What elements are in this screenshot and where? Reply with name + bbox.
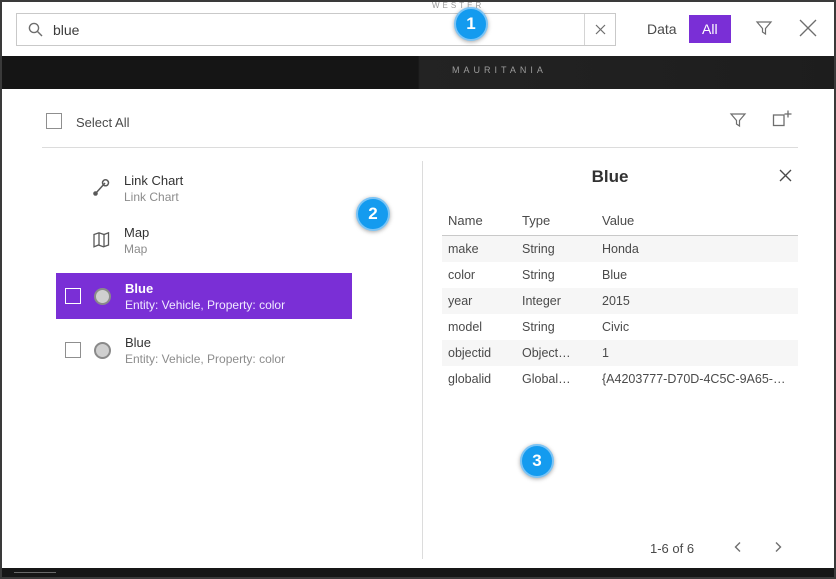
entity-icon bbox=[91, 342, 113, 359]
all-filter-button[interactable]: All bbox=[689, 15, 731, 43]
cell-type: Global… bbox=[522, 372, 602, 386]
pagination-label: 1-6 of 6 bbox=[650, 541, 694, 556]
result-subtitle: Entity: Vehicle, Property: color bbox=[125, 298, 285, 312]
result-checkbox[interactable] bbox=[65, 288, 81, 304]
cell-value: 2015 bbox=[602, 294, 798, 308]
result-item-link-chart[interactable]: Link Chart Link Chart bbox=[56, 165, 352, 211]
table-row: color String Blue bbox=[442, 262, 798, 288]
cell-name: model bbox=[442, 320, 522, 334]
app-window: WESTER Data All 1 MAURITANIA Select All bbox=[0, 0, 836, 579]
map-background: MAURITANIA bbox=[2, 56, 834, 89]
header-divider bbox=[42, 147, 798, 148]
clear-icon bbox=[595, 24, 606, 35]
cell-type: Object… bbox=[522, 346, 602, 360]
table-row: objectid Object… 1 bbox=[442, 340, 798, 366]
add-selection-icon bbox=[772, 109, 792, 129]
close-detail-button[interactable] bbox=[778, 168, 793, 188]
table-row: make String Honda bbox=[442, 236, 798, 262]
step-annotation-3: 3 bbox=[520, 444, 554, 478]
previous-page-button[interactable] bbox=[728, 537, 748, 557]
search-results-panel: Select All Link Chart Link Chart Map bbox=[2, 89, 834, 568]
chevron-right-icon bbox=[771, 540, 785, 554]
result-item-blue-selected[interactable]: Blue Entity: Vehicle, Property: color bbox=[56, 273, 352, 319]
cell-type: Integer bbox=[522, 294, 602, 308]
column-header-type: Type bbox=[522, 213, 602, 228]
map-label-mauritania: MAURITANIA bbox=[452, 65, 547, 75]
close-search-button[interactable] bbox=[797, 17, 819, 44]
cell-name: year bbox=[442, 294, 522, 308]
filter-icon bbox=[729, 111, 747, 129]
chevron-left-icon bbox=[731, 540, 745, 554]
cell-value: Honda bbox=[602, 242, 798, 256]
table-header: Name Type Value bbox=[442, 205, 798, 236]
close-icon bbox=[778, 168, 793, 183]
table-row: globalid Global… {A4203777-D70D-4C5C-9A6… bbox=[442, 366, 798, 392]
step-annotation-2: 2 bbox=[356, 197, 390, 231]
cell-value: 1 bbox=[602, 346, 798, 360]
cell-type: String bbox=[522, 320, 602, 334]
data-dropdown[interactable]: Data bbox=[647, 21, 677, 37]
result-item-map[interactable]: Map Map bbox=[56, 217, 352, 263]
add-selection-button[interactable] bbox=[772, 109, 792, 134]
cell-name: objectid bbox=[442, 346, 522, 360]
cell-name: make bbox=[442, 242, 522, 256]
search-input[interactable] bbox=[16, 13, 616, 46]
filter-button[interactable] bbox=[755, 19, 773, 42]
detail-title: Blue bbox=[422, 167, 798, 187]
entity-icon bbox=[91, 288, 113, 305]
link-chart-icon bbox=[90, 178, 112, 198]
result-subtitle: Entity: Vehicle, Property: color bbox=[125, 352, 285, 366]
select-all-label: Select All bbox=[76, 115, 129, 130]
cell-name: color bbox=[442, 268, 522, 282]
search-icon bbox=[27, 21, 44, 38]
table-row: model String Civic bbox=[442, 314, 798, 340]
map-icon bbox=[90, 230, 112, 250]
search-query-field[interactable] bbox=[53, 22, 584, 38]
next-page-button[interactable] bbox=[768, 537, 788, 557]
result-title: Blue bbox=[125, 335, 285, 350]
result-title: Link Chart bbox=[124, 173, 183, 188]
map-scalebar bbox=[14, 572, 56, 573]
cell-type: String bbox=[522, 242, 602, 256]
cell-name: globalid bbox=[442, 372, 522, 386]
map-background-bottom bbox=[2, 568, 834, 577]
result-subtitle: Link Chart bbox=[124, 190, 183, 204]
step-annotation-1: 1 bbox=[454, 7, 488, 41]
select-all-checkbox[interactable] bbox=[46, 113, 62, 129]
column-divider bbox=[422, 161, 423, 559]
column-header-name: Name bbox=[442, 213, 522, 228]
table-row: year Integer 2015 bbox=[442, 288, 798, 314]
filter-icon bbox=[755, 19, 773, 37]
result-title: Blue bbox=[125, 281, 285, 296]
result-title: Map bbox=[124, 225, 149, 240]
close-icon bbox=[797, 17, 819, 39]
cell-value: Blue bbox=[602, 268, 798, 282]
attribute-table: Name Type Value make String Honda color … bbox=[442, 205, 798, 392]
column-header-value: Value bbox=[602, 213, 798, 228]
search-toolbar: WESTER Data All 1 bbox=[2, 2, 834, 56]
cell-value: {A4203777-D70D-4C5C-9A65-C… bbox=[602, 372, 798, 386]
results-filter-button[interactable] bbox=[729, 111, 747, 134]
result-item-blue[interactable]: Blue Entity: Vehicle, Property: color bbox=[56, 327, 352, 373]
result-checkbox[interactable] bbox=[65, 342, 81, 358]
result-subtitle: Map bbox=[124, 242, 149, 256]
cell-type: String bbox=[522, 268, 602, 282]
clear-search-button[interactable] bbox=[584, 14, 615, 45]
cell-value: Civic bbox=[602, 320, 798, 334]
